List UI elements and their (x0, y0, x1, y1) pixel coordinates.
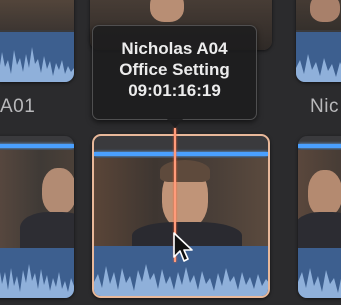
clip-label-a01: A01 (0, 96, 36, 117)
clip-thumbnail (298, 150, 341, 252)
clip-range-bar (94, 152, 268, 156)
clip-top-right[interactable] (296, 0, 341, 82)
person-face (150, 0, 184, 22)
clip-bottom-left[interactable] (0, 136, 74, 298)
clip-thumbnail (296, 0, 341, 30)
person-hair (160, 160, 210, 182)
audio-waveform (0, 32, 74, 82)
clip-range-bar (298, 144, 341, 148)
audio-waveform (0, 248, 74, 298)
clip-thumbnail (0, 150, 74, 252)
clip-bottom-right[interactable] (298, 136, 341, 298)
tooltip-timecode: 09:01:16:19 (128, 81, 221, 100)
clip-info-tooltip: Nicholas A04 Office Setting 09:01:16:19 (92, 25, 257, 120)
person-face (310, 0, 340, 22)
person-face (42, 168, 74, 214)
clip-selected-nicholas-a04[interactable] (92, 134, 270, 298)
person-face (308, 170, 341, 216)
audio-waveform (296, 32, 341, 82)
mouse-pointer-icon (173, 232, 193, 262)
clip-label-nic: Nic (310, 96, 339, 117)
person-suit (20, 212, 74, 252)
clip-range-bar (0, 144, 74, 148)
tooltip-arrow (166, 118, 184, 128)
clip-thumbnail (0, 0, 74, 30)
clip-top-left[interactable] (0, 0, 74, 82)
tooltip-clip-name: Nicholas A04 (121, 39, 228, 58)
audio-waveform (298, 248, 341, 298)
person-suit (298, 212, 341, 252)
tooltip-clip-setting: Office Setting (119, 60, 230, 79)
